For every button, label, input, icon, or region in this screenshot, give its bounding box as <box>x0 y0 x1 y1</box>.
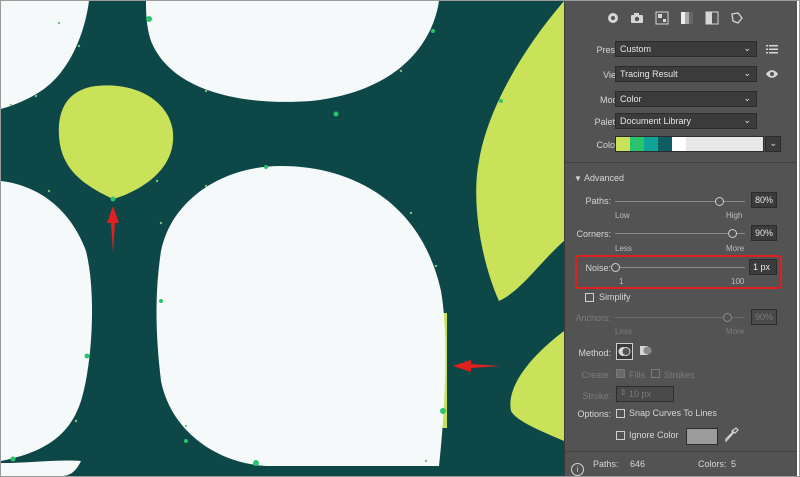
snap-curves-checkbox[interactable] <box>616 409 625 418</box>
color-swatch <box>616 137 630 151</box>
simplify-label: Simplify <box>599 292 631 302</box>
noise-max-label: 100 <box>731 277 745 286</box>
colors-dropdown[interactable]: ⌄ <box>765 136 781 152</box>
tracing-canvas[interactable] <box>1 1 564 476</box>
noise-value-field[interactable]: 1 px <box>749 259 777 275</box>
method-abutting-icon[interactable] <box>616 343 633 360</box>
anchors-low-label: Less <box>615 327 632 336</box>
eyedropper-icon[interactable] <box>725 427 739 445</box>
preset-list-icon[interactable] <box>766 44 778 56</box>
corners-high-label: More <box>726 244 745 253</box>
method-overlapping-icon[interactable] <box>638 343 655 360</box>
color-swatch <box>644 137 658 151</box>
view-dropdown[interactable]: Tracing Result ⌄ <box>615 66 757 82</box>
paths-high-label: High <box>726 211 743 220</box>
outline-icon[interactable] <box>729 10 745 26</box>
strokes-label: Strokes <box>664 370 695 380</box>
paths-value-field[interactable]: 80% <box>751 192 777 208</box>
paths-low-label: Low <box>615 211 630 220</box>
color-swatch <box>658 137 672 151</box>
info-icon[interactable]: i <box>571 463 584 476</box>
paths-label: Paths: <box>585 196 611 206</box>
ignore-color-checkbox[interactable] <box>616 431 625 440</box>
simplify-checkbox[interactable] <box>585 293 594 302</box>
stroke-value: 10 px <box>629 389 652 399</box>
fills-checkbox[interactable] <box>616 369 625 378</box>
color-swatch <box>630 137 644 151</box>
paths-slider-knob[interactable] <box>715 197 724 206</box>
corners-slider-track[interactable] <box>615 233 745 234</box>
auto-color-icon[interactable] <box>605 10 621 26</box>
palette-dropdown[interactable]: Document Library ⌄ <box>615 113 757 129</box>
corners-value-field[interactable]: 90% <box>751 225 777 241</box>
fills-label: Fills <box>629 370 645 380</box>
anchors-slider-knob[interactable] <box>723 313 732 322</box>
advanced-label: Advanced <box>583 173 624 183</box>
corners-slider-knob[interactable] <box>728 229 737 238</box>
noise-label: Noise: <box>585 263 611 273</box>
stroke-label: Stroke: <box>582 391 611 401</box>
footer-paths-value: 646 <box>630 459 646 469</box>
preset-dropdown[interactable]: Custom ⌄ <box>615 41 757 57</box>
footer-paths-label: Paths: <box>593 459 619 469</box>
grayscale-icon[interactable] <box>679 10 695 26</box>
color-swatch-strip[interactable] <box>615 136 764 152</box>
ignore-color-label: Ignore Color <box>629 430 679 440</box>
advanced-toggle[interactable]: ▼ Advanced <box>574 173 624 183</box>
black-white-icon[interactable] <box>704 10 720 26</box>
noise-slider-knob[interactable] <box>611 263 620 272</box>
window-frame: Preset: Custom⌄ View: Tracing Result⌄ Mo… <box>0 0 800 477</box>
method-label: Method: <box>578 348 611 358</box>
color-swatch <box>672 137 686 151</box>
low-color-icon[interactable] <box>654 10 670 26</box>
anchors-value-field[interactable]: 90% <box>751 309 777 325</box>
noise-min-label: 1 <box>619 277 624 286</box>
noise-slider-track[interactable] <box>615 267 745 268</box>
footer-colors-label: Colors: <box>698 459 727 469</box>
preset-value: Custom <box>620 44 652 54</box>
chevron-down-icon: ⌄ <box>743 93 751 103</box>
chevron-down-icon: ⌄ <box>743 68 751 78</box>
stepper-icon: ⇕ <box>620 388 627 397</box>
palette-value: Document Library <box>620 116 692 126</box>
corners-label: Corners: <box>576 229 611 239</box>
chevron-down-icon: ⌄ <box>743 43 751 53</box>
create-label: Create: <box>581 370 611 380</box>
footer-colors-value: 5 <box>731 459 737 469</box>
divider <box>565 451 797 452</box>
mode-dropdown[interactable]: Color ⌄ <box>615 91 757 107</box>
camera-icon[interactable] <box>629 10 645 26</box>
ignore-color-swatch[interactable] <box>686 428 718 445</box>
divider <box>565 162 797 163</box>
strokes-checkbox[interactable] <box>651 369 660 378</box>
snap-curves-label: Snap Curves To Lines <box>629 408 717 418</box>
mode-value: Color <box>620 94 642 104</box>
chevron-down-icon: ⌄ <box>769 138 777 148</box>
eye-icon[interactable] <box>765 69 779 81</box>
options-label: Options: <box>577 409 611 419</box>
stroke-value-field[interactable]: ⇕ 10 px <box>616 386 674 402</box>
image-trace-panel: Preset: Custom⌄ View: Tracing Result⌄ Mo… <box>564 1 797 476</box>
chevron-down-icon: ⌄ <box>743 115 751 125</box>
anchors-high-label: More <box>726 327 745 336</box>
view-value: Tracing Result <box>620 69 678 79</box>
anchors-label: Anchors: <box>575 313 611 323</box>
paths-slider-track[interactable] <box>615 201 745 202</box>
corners-low-label: Less <box>615 244 632 253</box>
